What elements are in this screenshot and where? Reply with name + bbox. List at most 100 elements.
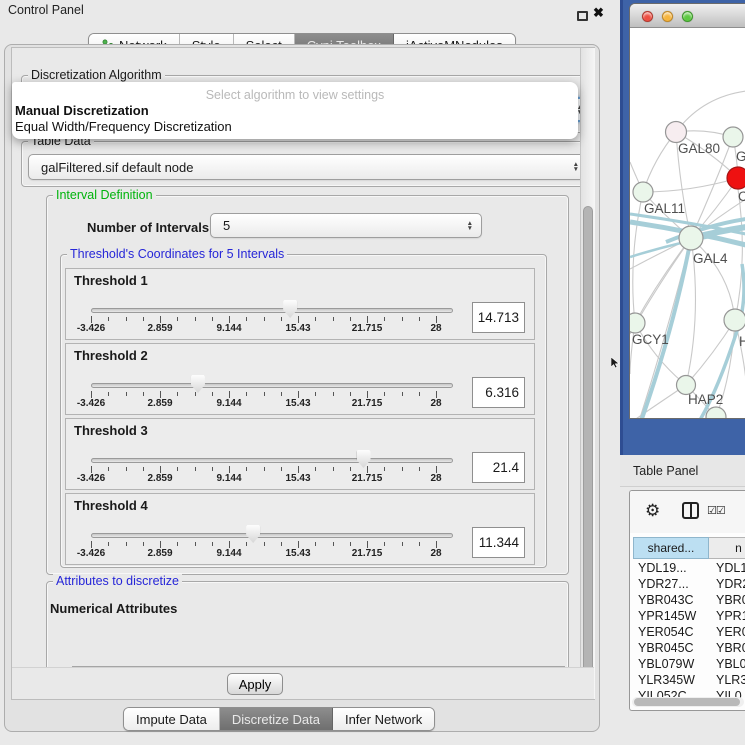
threshold-panel: Threshold 1-3.4262.8599.14415.4321.71528… [65, 268, 535, 340]
cell-name[interactable]: YBR0 [709, 592, 745, 608]
threshold-sliders-container: Threshold 1-3.4262.8599.14415.4321.71528… [65, 268, 535, 565]
cell-name[interactable]: YPR1 [709, 608, 745, 624]
network-node-label: GA [736, 149, 745, 164]
cell-name[interactable]: YBR0 [709, 640, 745, 656]
network-node-label: HAP2 [688, 392, 723, 407]
threshold-panel: Threshold 3-3.4262.8599.14415.4321.71528… [65, 418, 535, 490]
threshold-value-field[interactable]: 14.713 [472, 302, 525, 333]
network-node[interactable] [723, 127, 743, 147]
tab-discretize-data[interactable]: Discretize Data [220, 708, 333, 730]
columns-icon[interactable] [682, 502, 699, 519]
apply-button[interactable]: Apply [227, 673, 283, 695]
tick-mark [264, 467, 265, 471]
cell-shared-name[interactable]: YDL19... [633, 560, 709, 576]
table-row[interactable]: YER054CYER0 [633, 624, 745, 640]
network-node[interactable] [727, 167, 745, 189]
cell-name[interactable]: YBL0 [709, 656, 745, 672]
tick-label: 15.43 [276, 548, 320, 559]
network-window-titlebar[interactable] [630, 4, 745, 28]
table-row[interactable]: YBR045CYBR0 [633, 640, 745, 656]
slider-handle[interactable] [357, 450, 371, 468]
close-traffic-light-icon[interactable] [642, 11, 653, 22]
algorithm-option-equal-width[interactable]: Equal Width/Frequency Discretization [15, 119, 232, 134]
table-row[interactable]: YBL079WYBL0 [633, 656, 745, 672]
table-row[interactable]: YLR345WYLR3 [633, 672, 745, 688]
numerical-attributes-label: Numerical Attributes [50, 601, 177, 616]
cell-name[interactable]: YDL1 [709, 560, 745, 576]
float-window-icon[interactable] [577, 11, 588, 21]
cell-shared-name[interactable]: YBR043C [633, 592, 709, 608]
slider-track[interactable] [91, 383, 453, 388]
network-node[interactable] [666, 122, 687, 143]
cell-name[interactable]: YLR3 [709, 672, 745, 688]
apply-row: Apply [12, 667, 594, 700]
slider-track[interactable] [91, 458, 453, 463]
tick-mark [143, 317, 144, 321]
tick-mark [384, 317, 385, 321]
tab-impute-data[interactable]: Impute Data [124, 708, 220, 730]
tick-mark [315, 542, 316, 546]
algorithm-option-manual[interactable]: Manual Discretization [15, 103, 149, 118]
table-row[interactable]: YDL19...YDL1 [633, 560, 745, 576]
tick-mark [160, 391, 161, 398]
checkboxes-icon[interactable]: ☑☑ [707, 504, 725, 517]
algorithm-prompt-item[interactable]: Select algorithm to view settings [12, 88, 578, 102]
tick-mark [419, 392, 420, 396]
table-panel-title: Table Panel [633, 464, 698, 478]
column-header-name[interactable]: n [709, 537, 745, 559]
cell-name[interactable]: YER0 [709, 624, 745, 640]
column-header-shared-name[interactable]: shared... [633, 537, 709, 559]
network-node[interactable] [630, 313, 645, 333]
gear-icon[interactable]: ⚙ [645, 501, 660, 521]
cell-shared-name[interactable]: YPR145W [633, 608, 709, 624]
slider-track[interactable] [91, 308, 453, 313]
cell-shared-name[interactable]: YBR045C [633, 640, 709, 656]
threshold-value-field[interactable]: 6.316 [472, 377, 525, 408]
network-node[interactable] [633, 182, 653, 202]
tick-mark [298, 391, 299, 398]
table-rows: YDL19...YDL1YDR27...YDR2YBR043CYBR0YPR14… [633, 560, 745, 704]
table-header: shared... n [633, 537, 745, 559]
table-hscrollbar-thumb[interactable] [634, 698, 740, 706]
tab-infer-network[interactable]: Infer Network [333, 708, 434, 730]
network-view-window: GAL80GACGAL11GAL4GCY1HHAP2 [629, 3, 745, 419]
table-data-combobox[interactable]: galFiltered.sif default node ▲▼ [28, 154, 588, 180]
tick-mark [91, 316, 92, 323]
num-intervals-combobox[interactable]: 5 ▲▼ [210, 213, 482, 238]
tick-mark [212, 542, 213, 546]
tick-mark [160, 316, 161, 323]
table-hscrollbar[interactable] [632, 697, 744, 707]
tick-mark [126, 392, 127, 396]
threshold-value-field[interactable]: 11.344 [472, 527, 525, 558]
zoom-traffic-light-icon[interactable] [682, 11, 693, 22]
table-row[interactable]: YBR043CYBR0 [633, 592, 745, 608]
tick-mark [281, 542, 282, 546]
tick-mark [298, 541, 299, 548]
slider-handle[interactable] [191, 375, 205, 393]
tick-mark [177, 392, 178, 396]
cell-shared-name[interactable]: YDR27... [633, 576, 709, 592]
table-row[interactable]: YPR145WYPR1 [633, 608, 745, 624]
cell-shared-name[interactable]: YLR345W [633, 672, 709, 688]
slider-track[interactable] [91, 533, 453, 538]
cell-name[interactable]: YDR2 [709, 576, 745, 592]
close-icon[interactable]: ✖ [593, 5, 604, 21]
settings-scrollbar-thumb[interactable] [583, 206, 593, 688]
tick-label: 21.715 [345, 548, 389, 559]
network-node[interactable] [724, 309, 745, 331]
tick-mark [229, 541, 230, 548]
minimize-traffic-light-icon[interactable] [662, 11, 673, 22]
threshold-value-field[interactable]: 21.4 [472, 452, 525, 483]
tick-label: 9.144 [207, 548, 251, 559]
slider-handle[interactable] [283, 300, 297, 318]
table-row[interactable]: YDR27...YDR2 [633, 576, 745, 592]
threshold-panel: Threshold 2-3.4262.8599.14415.4321.71528… [65, 343, 535, 415]
tick-mark [367, 466, 368, 473]
cell-shared-name[interactable]: YER054C [633, 624, 709, 640]
cell-shared-name[interactable]: YBL079W [633, 656, 709, 672]
network-node[interactable] [679, 226, 703, 250]
tick-mark [177, 467, 178, 471]
network-canvas[interactable]: GAL80GACGAL11GAL4GCY1HHAP2 [630, 29, 745, 419]
settings-scrollbar[interactable] [580, 48, 595, 699]
slider-handle[interactable] [246, 525, 260, 543]
